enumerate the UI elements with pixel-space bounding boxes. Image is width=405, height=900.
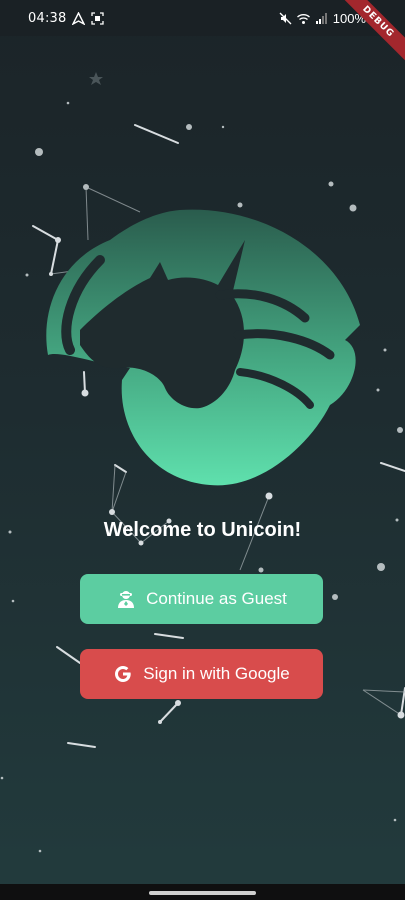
constellation-line xyxy=(67,742,96,748)
status-left-group: 04:38 xyxy=(28,11,105,26)
star xyxy=(109,509,115,515)
continue-as-guest-label: Continue as Guest xyxy=(146,589,287,608)
constellation-line xyxy=(154,633,184,639)
sign-in-with-google-label: Sign in with Google xyxy=(143,664,290,683)
star xyxy=(332,594,338,600)
star xyxy=(38,849,42,853)
star xyxy=(258,567,264,573)
wifi-icon xyxy=(296,14,310,24)
navigation-icon xyxy=(72,12,86,25)
star xyxy=(221,125,225,129)
constellation-line xyxy=(362,689,405,693)
welcome-title: Welcome to Unicoin! xyxy=(103,519,302,541)
star xyxy=(186,124,192,130)
star xyxy=(158,720,162,724)
star xyxy=(376,388,380,392)
constellation-line xyxy=(380,462,405,472)
star xyxy=(393,818,397,822)
constellation-line xyxy=(134,124,179,144)
star xyxy=(89,72,103,85)
star xyxy=(377,563,385,571)
star xyxy=(397,711,405,719)
star xyxy=(66,101,70,105)
star xyxy=(35,148,43,156)
star xyxy=(328,181,334,187)
screenshot-icon xyxy=(91,12,105,25)
home-gesture-handle[interactable] xyxy=(149,891,256,895)
mute-icon xyxy=(279,12,292,25)
star xyxy=(175,700,181,706)
star xyxy=(383,348,387,352)
unicorn-logo xyxy=(46,209,360,486)
continue-as-guest-button[interactable]: Continue as Guest xyxy=(80,574,323,624)
status-time: 04:38 xyxy=(28,11,67,26)
status-bar: 04:38 100% xyxy=(0,0,405,36)
constellation-line xyxy=(400,687,405,716)
star xyxy=(0,776,4,780)
star xyxy=(83,184,89,190)
star xyxy=(25,273,29,277)
constellation-line xyxy=(159,702,179,723)
signal-icon xyxy=(315,13,327,24)
sign-in-with-google-button[interactable]: Sign in with Google xyxy=(80,649,323,699)
star xyxy=(11,599,15,603)
google-g-icon xyxy=(113,664,133,684)
constellation-line xyxy=(362,689,402,716)
guest-user-icon xyxy=(116,589,136,609)
star xyxy=(397,427,403,433)
constellation-line xyxy=(56,646,81,664)
